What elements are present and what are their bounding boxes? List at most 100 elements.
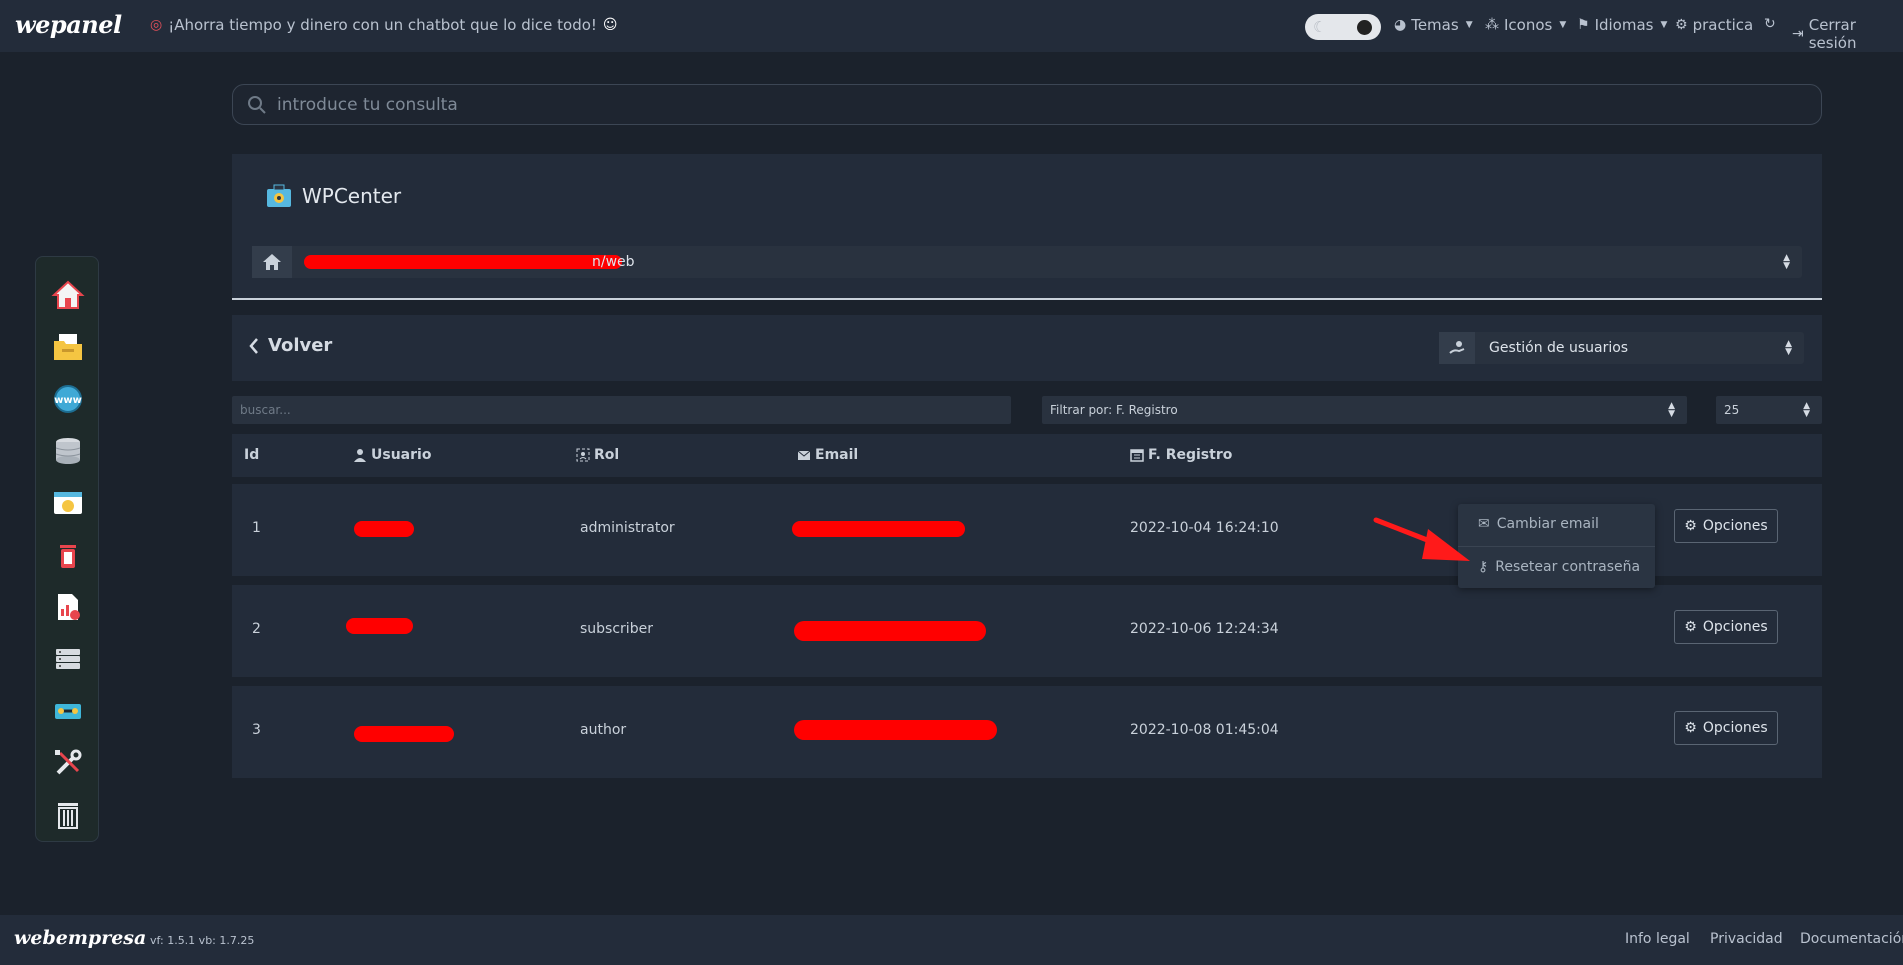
back-label: Volver [268, 335, 333, 356]
per-page-select[interactable]: 25 ▲ ▼ [1716, 396, 1822, 424]
top-navbar: wepanel ◎ ¡Ahorra tiempo y dinero con un… [0, 0, 1903, 52]
select-arrows-icon: ▲ ▼ [1783, 253, 1790, 271]
home-button[interactable] [252, 246, 292, 278]
menu-user-label: practica [1692, 16, 1754, 34]
gears-icon: ⚙ [1684, 619, 1697, 635]
col-role[interactable]: Rol [576, 447, 619, 463]
gears-icon: ⚙ [1684, 518, 1697, 534]
wpcenter-panel: WPCenter n/web ▲ ▼ [232, 154, 1822, 300]
redacted-url [304, 255, 622, 269]
search-icon [248, 96, 266, 114]
select-arrows-icon: ▲ ▼ [1785, 339, 1792, 357]
chevron-left-icon [249, 337, 258, 354]
link-documentacion[interactable]: Documentación [1800, 931, 1903, 947]
domains-icon[interactable]: www [50, 381, 86, 417]
change-email-label: Cambiar email [1496, 516, 1599, 532]
user-gear-icon: ⚙ [1675, 17, 1688, 33]
per-page-label: 25 [1724, 403, 1740, 417]
col-registered[interactable]: F. Registro [1130, 447, 1232, 463]
wepanel-logo[interactable]: wepanel [15, 10, 122, 39]
footer: webempresa vf: 1.5.1 vb: 1.7.25 Info leg… [0, 915, 1903, 965]
reset-password-label: Resetear contraseña [1495, 559, 1641, 575]
options-button[interactable]: ⚙ Opciones [1674, 711, 1778, 745]
menu-idiomas[interactable]: ⚑ Idiomas ▼ [1577, 16, 1667, 34]
redacted-email [792, 521, 965, 537]
shapes-icon: ⁂ [1485, 17, 1499, 33]
envelope-icon [797, 450, 811, 460]
table-row: 3 author 2022-10-08 01:45:04 ⚙ Opciones [232, 686, 1822, 778]
back-button[interactable]: Volver [248, 335, 332, 356]
menu-logout[interactable]: ⇥ Cerrar sesión [1792, 16, 1903, 52]
envelope-icon: ✉ [1478, 516, 1490, 532]
row-id: 1 [252, 520, 261, 536]
site-select[interactable]: n/web ▲ ▼ [252, 246, 1802, 278]
search-input[interactable] [277, 90, 1807, 120]
link-privacidad[interactable]: Privacidad [1710, 931, 1783, 947]
redacted-username [354, 726, 454, 742]
table-row: 2 subscriber 2022-10-06 12:24:34 ⚙ Opcio… [232, 585, 1822, 677]
moon-icon: ☾ [1313, 18, 1327, 36]
redacted-username [346, 618, 413, 634]
page-title: WPCenter [264, 181, 401, 211]
annotation-arrow-icon [1373, 517, 1470, 561]
options-label: Opciones [1702, 518, 1768, 534]
col-id-label: Id [244, 447, 260, 463]
version-text: vf: 1.5.1 vb: 1.7.25 [150, 934, 255, 947]
ghost-icon: ☺ [602, 17, 618, 33]
redacted-username [354, 521, 414, 537]
menu-idiomas-label: Idiomas [1594, 16, 1654, 34]
section-select-label: Gestión de usuarios [1489, 340, 1629, 356]
promo-banner[interactable]: ◎ ¡Ahorra tiempo y dinero con un chatbot… [150, 16, 618, 34]
menu-iconos[interactable]: ⁂ Iconos ▼ [1485, 16, 1566, 34]
menu-user[interactable]: ⚙ practica [1675, 16, 1753, 34]
row-role: subscriber [580, 621, 653, 637]
home-icon[interactable] [50, 277, 86, 313]
filter-by-select[interactable]: Filtrar por: F. Registro ▲ ▼ [1042, 396, 1687, 424]
menu-item-change-email[interactable]: ✉ Cambiar email [1478, 516, 1599, 532]
wrench-screwdriver-icon[interactable] [50, 745, 86, 781]
site-url: n/web [592, 254, 635, 270]
svg-text:www: www [54, 395, 82, 406]
select-arrows-icon: ▲ ▼ [1803, 401, 1810, 419]
menu-iconos-label: Iconos [1504, 16, 1553, 34]
home-icon [263, 254, 281, 270]
col-email-label: Email [815, 447, 859, 463]
toggle-knob [1357, 20, 1372, 35]
menu-temas[interactable]: ◕ Temas ▼ [1394, 16, 1473, 34]
options-label: Opciones [1702, 720, 1768, 736]
caret-down-icon: ▼ [1465, 20, 1473, 30]
webempresa-logo[interactable]: webempresa [14, 927, 146, 949]
row-registered: 2022-10-06 12:24:34 [1130, 621, 1279, 637]
palette-icon: ◕ [1394, 17, 1407, 33]
flag-icon: ⚑ [1577, 17, 1590, 33]
global-search[interactable] [232, 84, 1822, 125]
options-label: Opciones [1702, 619, 1768, 635]
user-icon [354, 449, 366, 462]
wordpress-icon[interactable] [50, 485, 86, 521]
dark-mode-toggle[interactable]: ☾ [1305, 14, 1381, 40]
promo-text[interactable]: ¡Ahorra tiempo y dinero con un chatbot q… [168, 16, 597, 34]
col-id[interactable]: Id [244, 447, 259, 463]
delete-icon[interactable] [50, 797, 86, 833]
refresh-button[interactable]: ↻ [1764, 16, 1776, 32]
stats-icon[interactable] [50, 589, 86, 625]
wpcenter-icon [267, 184, 291, 207]
database-icon[interactable] [50, 433, 86, 469]
menu-item-reset-password[interactable]: ⚷ Resetear contraseña [1478, 559, 1640, 575]
user-search-input[interactable] [232, 396, 1011, 424]
target-icon: ◎ [150, 17, 163, 33]
tools-box-icon[interactable] [50, 693, 86, 729]
refresh-icon: ↻ [1764, 16, 1776, 32]
file-manager-icon[interactable] [50, 329, 86, 365]
options-button[interactable]: ⚙ Opciones [1674, 610, 1778, 644]
user-search-field[interactable] [232, 396, 1011, 424]
options-button[interactable]: ⚙ Opciones [1674, 509, 1778, 543]
link-info-legal[interactable]: Info legal [1625, 931, 1690, 947]
trash-can-icon[interactable] [50, 537, 86, 573]
gears-icon: ⚙ [1684, 720, 1697, 736]
server-icon[interactable] [50, 641, 86, 677]
col-email[interactable]: Email [797, 447, 858, 463]
select-arrows-icon: ▲ ▼ [1668, 401, 1675, 419]
section-select[interactable]: Gestión de usuarios ▲ ▼ [1439, 332, 1804, 364]
col-user[interactable]: Usuario [353, 447, 431, 463]
